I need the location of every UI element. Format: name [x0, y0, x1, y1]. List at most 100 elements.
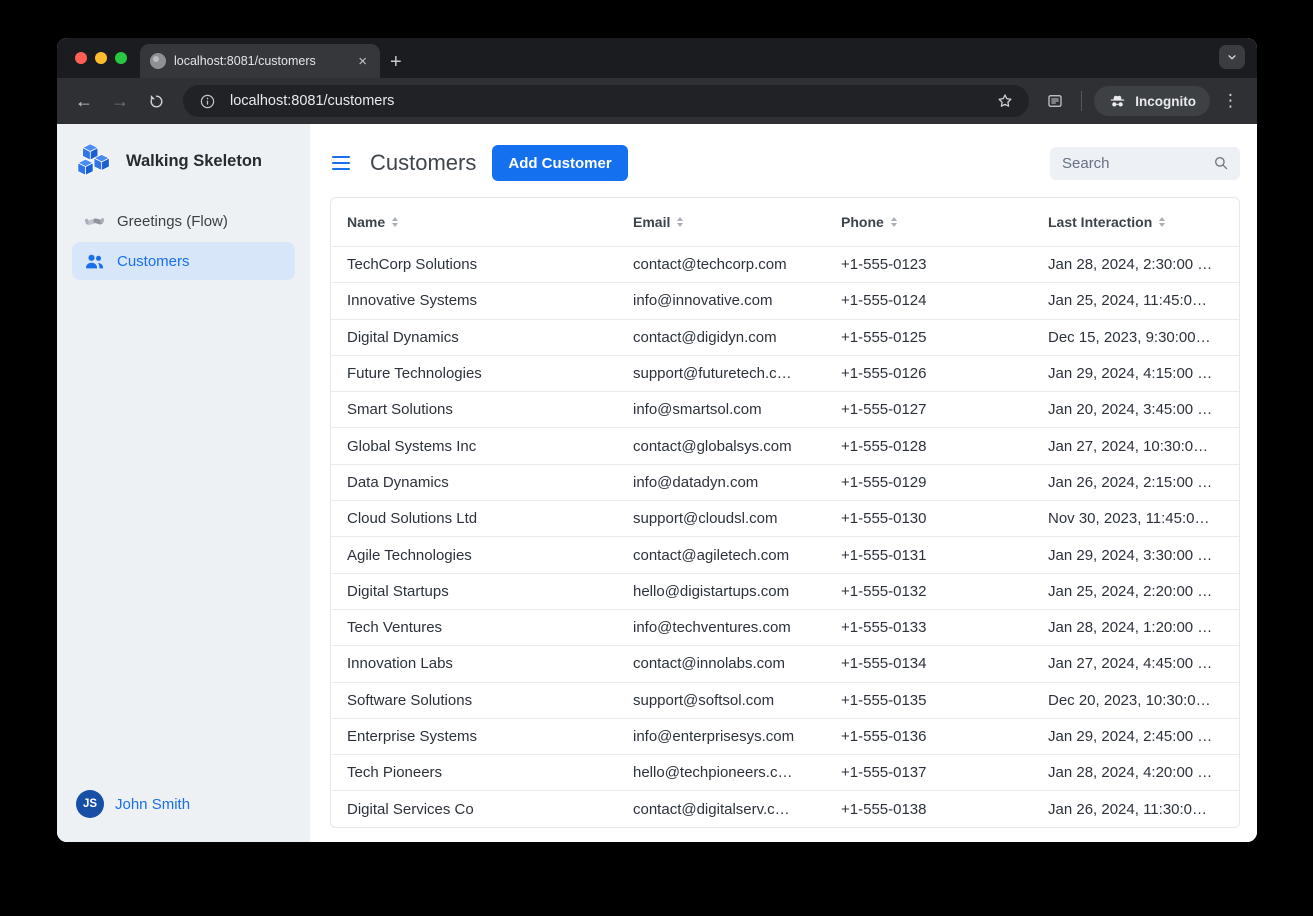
zoom-window-button[interactable] — [115, 52, 127, 64]
cell-email: info@enterprisesys.com — [617, 728, 825, 745]
side-panel-button[interactable] — [1041, 87, 1069, 115]
table-row[interactable]: Global Systems Inccontact@globalsys.com+… — [331, 427, 1239, 463]
new-tab-button[interactable]: + — [390, 52, 402, 72]
cell-email: contact@digitalserv.c… — [617, 801, 825, 818]
column-header-last-interaction[interactable]: Last Interaction — [1032, 214, 1239, 230]
cell-last-interaction: Jan 20, 2024, 3:45:00 … — [1032, 401, 1239, 418]
user-menu[interactable]: JS John Smith — [72, 786, 295, 822]
search-icon — [1212, 154, 1230, 172]
cell-phone: +1-555-0131 — [825, 547, 1032, 564]
minimize-window-button[interactable] — [95, 52, 107, 64]
cell-name: TechCorp Solutions — [331, 256, 617, 273]
sidebar-item-greetings[interactable]: Greetings (Flow) — [72, 202, 295, 240]
table-row[interactable]: Data Dynamicsinfo@datadyn.com+1-555-0129… — [331, 464, 1239, 500]
column-header-email[interactable]: Email — [617, 214, 825, 230]
table-row[interactable]: Innovation Labscontact@innolabs.com+1-55… — [331, 645, 1239, 681]
reload-button[interactable] — [141, 86, 171, 116]
table-row[interactable]: Digital Startupshello@digistartups.com+1… — [331, 573, 1239, 609]
cell-phone: +1-555-0125 — [825, 329, 1032, 346]
cell-email: info@datadyn.com — [617, 474, 825, 491]
address-bar[interactable]: localhost:8081/customers — [183, 85, 1029, 117]
cell-phone: +1-555-0138 — [825, 801, 1032, 818]
sidebar: Walking Skeleton Greetings (Flow) — [57, 124, 310, 842]
cell-last-interaction: Jan 27, 2024, 10:30:0… — [1032, 438, 1239, 455]
site-favicon-icon — [150, 53, 166, 69]
tab-search-button[interactable] — [1219, 45, 1245, 69]
sidebar-spacer — [72, 280, 295, 786]
back-button[interactable]: ← — [69, 86, 99, 116]
cell-name: Cloud Solutions Ltd — [331, 510, 617, 527]
sidebar-item-customers[interactable]: Customers — [72, 242, 295, 280]
column-header-name[interactable]: Name — [331, 214, 617, 230]
app-logo: Walking Skeleton — [72, 140, 295, 180]
toolbar-divider — [1081, 91, 1082, 111]
menu-toggle-button[interactable] — [330, 152, 352, 175]
sidebar-nav: Greetings (Flow) Customers — [72, 202, 295, 280]
cell-name: Digital Startups — [331, 583, 617, 600]
tab-strip: localhost:8081/customers × + — [57, 38, 1257, 78]
cell-name: Software Solutions — [331, 692, 617, 709]
cell-last-interaction: Nov 30, 2023, 11:45:0… — [1032, 510, 1239, 527]
table-row[interactable]: Tech Venturesinfo@techventures.com+1-555… — [331, 609, 1239, 645]
table-row[interactable]: Future Technologiessupport@futuretech.c…… — [331, 355, 1239, 391]
incognito-label: Incognito — [1135, 94, 1196, 109]
page-title: Customers — [370, 150, 476, 176]
reading-list-icon — [1046, 92, 1064, 110]
app-title: Walking Skeleton — [126, 152, 262, 171]
cell-name: Tech Pioneers — [331, 764, 617, 781]
cell-email: info@techventures.com — [617, 619, 825, 636]
table-row[interactable]: Digital Services Cocontact@digitalserv.c… — [331, 790, 1239, 826]
table-row[interactable]: Smart Solutionsinfo@smartsol.com+1-555-0… — [331, 391, 1239, 427]
cell-name: Tech Ventures — [331, 619, 617, 636]
cell-last-interaction: Jan 28, 2024, 2:30:00 … — [1032, 256, 1239, 273]
cell-email: info@smartsol.com — [617, 401, 825, 418]
table-row[interactable]: Agile Technologiescontact@agiletech.com+… — [331, 536, 1239, 572]
cell-email: contact@agiletech.com — [617, 547, 825, 564]
cell-phone: +1-555-0136 — [825, 728, 1032, 745]
incognito-icon — [1108, 92, 1127, 111]
cell-email: info@innovative.com — [617, 292, 825, 309]
table-row[interactable]: Innovative Systemsinfo@innovative.com+1-… — [331, 282, 1239, 318]
table-row[interactable]: Cloud Solutions Ltdsupport@cloudsl.com+1… — [331, 500, 1239, 536]
sort-icon — [1159, 217, 1165, 227]
browser-toolbar: ← → localhost:8081/customers Incognito ⋮ — [57, 78, 1257, 124]
table-row[interactable]: Enterprise Systemsinfo@enterprisesys.com… — [331, 718, 1239, 754]
cell-last-interaction: Jan 25, 2024, 2:20:00 … — [1032, 583, 1239, 600]
avatar: JS — [76, 790, 104, 818]
add-customer-button[interactable]: Add Customer — [492, 145, 627, 181]
main-area: Customers Add Customer Name Email — [310, 124, 1257, 842]
cell-last-interaction: Jan 29, 2024, 2:45:00 … — [1032, 728, 1239, 745]
table-row[interactable]: Software Solutionssupport@softsol.com+1-… — [331, 682, 1239, 718]
search-box — [1050, 147, 1240, 180]
tab-close-icon[interactable]: × — [355, 53, 370, 70]
cubes-logo-icon — [76, 142, 114, 180]
cell-name: Agile Technologies — [331, 547, 617, 564]
cell-phone: +1-555-0129 — [825, 474, 1032, 491]
table-row[interactable]: Digital Dynamicscontact@digidyn.com+1-55… — [331, 319, 1239, 355]
table-row[interactable]: TechCorp Solutionscontact@techcorp.com+1… — [331, 246, 1239, 282]
incognito-badge: Incognito — [1094, 86, 1210, 116]
sidebar-item-label: Customers — [117, 253, 190, 270]
cell-phone: +1-555-0134 — [825, 655, 1032, 672]
table-header-row: Name Email Phone Last Interaction — [331, 198, 1239, 246]
bookmark-button[interactable] — [991, 87, 1019, 115]
cell-phone: +1-555-0128 — [825, 438, 1032, 455]
cell-name: Innovation Labs — [331, 655, 617, 672]
cell-phone: +1-555-0130 — [825, 510, 1032, 527]
column-header-phone[interactable]: Phone — [825, 214, 1032, 230]
site-info-button[interactable] — [193, 87, 221, 115]
table-row[interactable]: Tech Pioneershello@techpioneers.c…+1-555… — [331, 754, 1239, 790]
cell-last-interaction: Jan 25, 2024, 11:45:0… — [1032, 292, 1239, 309]
star-icon — [996, 92, 1014, 110]
cell-email: contact@digidyn.com — [617, 329, 825, 346]
cell-email: hello@digistartups.com — [617, 583, 825, 600]
cell-email: hello@techpioneers.c… — [617, 764, 825, 781]
close-window-button[interactable] — [75, 52, 87, 64]
search-input[interactable] — [1062, 155, 1212, 172]
browser-menu-button[interactable]: ⋮ — [1216, 91, 1245, 111]
reload-icon — [148, 93, 165, 110]
browser-tab[interactable]: localhost:8081/customers × — [140, 44, 380, 78]
cell-name: Innovative Systems — [331, 292, 617, 309]
column-label: Email — [633, 214, 670, 230]
cell-name: Data Dynamics — [331, 474, 617, 491]
